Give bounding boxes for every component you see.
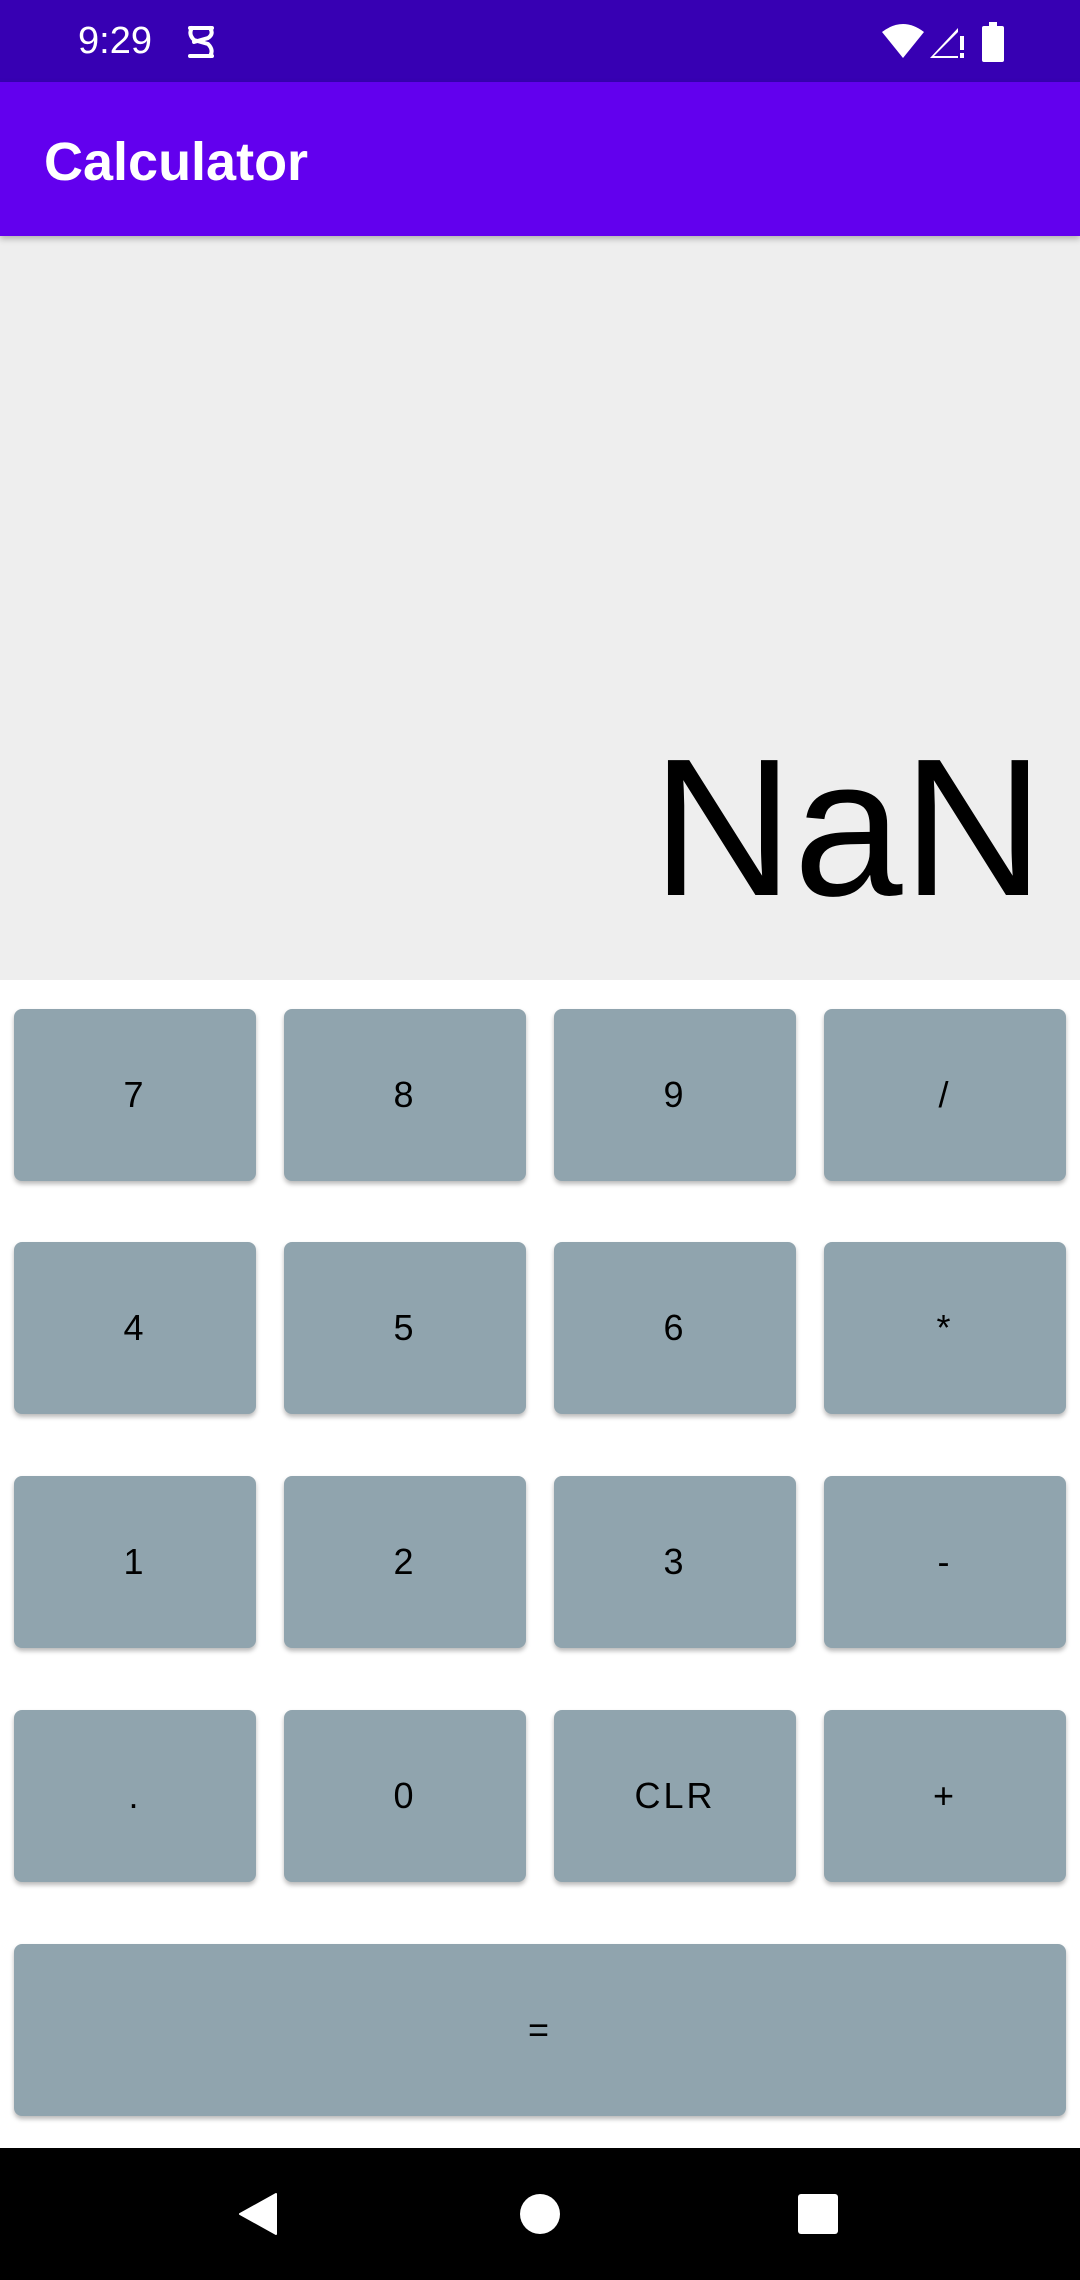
key-6[interactable]: 6	[554, 1242, 796, 1414]
wifi-icon	[882, 24, 924, 58]
battery-icon	[982, 22, 1004, 62]
key-decimal[interactable]: .	[14, 1710, 256, 1882]
key-subtract[interactable]: -	[824, 1476, 1066, 1648]
key-add[interactable]: +	[824, 1710, 1066, 1882]
status-bar: 9:29	[0, 0, 1080, 82]
key-4[interactable]: 4	[14, 1242, 256, 1414]
app-bar: Calculator	[0, 82, 1080, 236]
result-display: NaN	[0, 236, 1080, 980]
key-1[interactable]: 1	[14, 1476, 256, 1648]
clear-button[interactable]: CLR	[554, 1710, 796, 1882]
key-0[interactable]: 0	[284, 1710, 526, 1882]
recents-icon[interactable]	[796, 2192, 840, 2236]
key-3[interactable]: 3	[554, 1476, 796, 1648]
key-divide[interactable]: /	[824, 1009, 1066, 1181]
key-9[interactable]: 9	[554, 1009, 796, 1181]
key-multiply[interactable]: *	[824, 1242, 1066, 1414]
key-5[interactable]: 5	[284, 1242, 526, 1414]
key-8[interactable]: 8	[284, 1009, 526, 1181]
back-icon[interactable]	[236, 2192, 280, 2236]
display-value: NaN	[651, 718, 1044, 937]
notification-icon	[188, 26, 214, 58]
home-icon[interactable]	[518, 2192, 562, 2236]
app-title: Calculator	[44, 132, 309, 192]
key-7[interactable]: 7	[14, 1009, 256, 1181]
signal-icon	[930, 28, 964, 58]
key-2[interactable]: 2	[284, 1476, 526, 1648]
status-time: 9:29	[78, 20, 152, 62]
navigation-bar	[0, 2148, 1080, 2280]
equals-button[interactable]: =	[14, 1944, 1066, 2116]
